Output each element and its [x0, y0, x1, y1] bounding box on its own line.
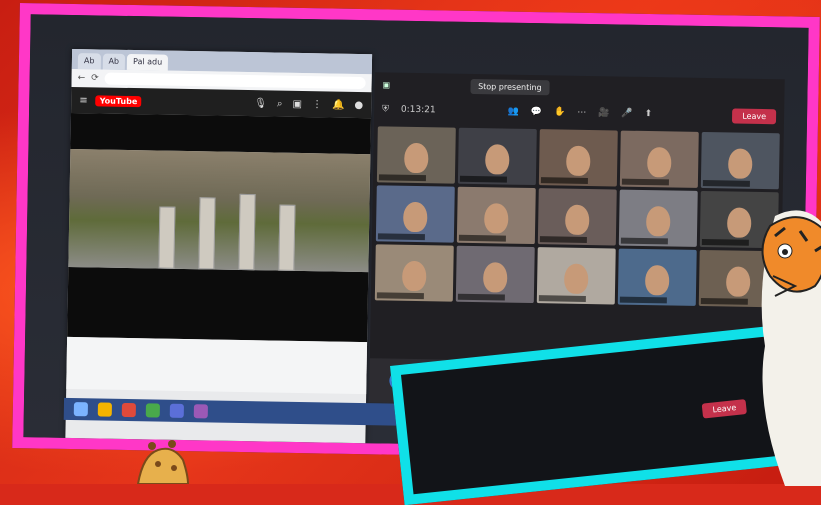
participant-grid [371, 122, 784, 311]
more-icon[interactable]: ⋯ [577, 108, 586, 118]
reaction-icon[interactable]: ✋ [554, 107, 565, 117]
share-icon[interactable]: ⬆ [645, 109, 653, 119]
browser-window: Ab Ab Pal adu ← ⟳ ≡ YouTube 🎙 ⌕ ▣ ⋮ 🔔 ● [65, 48, 373, 445]
taskbar-app-icon[interactable] [193, 404, 208, 419]
giraffe-mascot-icon [136, 440, 190, 484]
browser-tab[interactable]: Ab [102, 53, 126, 70]
browser-tab-active[interactable]: Pal adu [126, 53, 169, 71]
leave-button[interactable]: Leave [732, 108, 777, 124]
participant-tile[interactable] [537, 188, 617, 246]
participant-tile[interactable] [619, 130, 699, 188]
taskbar-app-icon[interactable] [121, 402, 136, 418]
taskbar-app-icon[interactable] [97, 402, 112, 417]
participant-tile[interactable] [456, 186, 536, 245]
chat-icon[interactable]: 💬 [531, 107, 542, 117]
url-field[interactable] [104, 72, 366, 90]
participant-tile[interactable] [376, 126, 456, 184]
participant-tile[interactable] [538, 129, 618, 187]
bell-icon[interactable]: 🔔 [332, 99, 345, 110]
youtube-logo[interactable]: YouTube [95, 94, 142, 107]
search-icon[interactable]: ⌕ [277, 98, 283, 109]
taskbar-app-icon[interactable] [73, 402, 88, 417]
tiger-mascot-icon [761, 210, 821, 486]
browser-tab[interactable]: Ab [77, 53, 101, 70]
reload-icon[interactable]: ⟳ [91, 73, 99, 83]
fence-post [238, 193, 256, 271]
menu-icon[interactable]: ≡ [79, 95, 88, 106]
fence-post [158, 206, 176, 269]
participant-tile[interactable] [700, 131, 780, 190]
fence-post [278, 204, 296, 271]
people-icon[interactable]: 👥 [508, 107, 519, 117]
participant-tile[interactable] [457, 127, 537, 186]
stop-presenting-button[interactable]: Stop presenting [469, 78, 550, 95]
shield-icon: ⛨ [382, 104, 389, 115]
apps-icon[interactable]: ⋮ [312, 99, 322, 110]
mic-icon[interactable]: 🎙 [254, 98, 267, 109]
add-video-icon[interactable]: ▣ [292, 98, 302, 109]
avatar-icon[interactable]: ● [354, 99, 363, 110]
video-letterbox-bottom [67, 266, 369, 343]
participant-tile[interactable] [617, 248, 697, 306]
back-icon[interactable]: ← [78, 73, 86, 83]
camera-icon[interactable]: 🎥 [598, 108, 609, 118]
meeting-timer: 0:13:21 [400, 104, 436, 116]
video-player[interactable] [68, 148, 371, 273]
fence-post [198, 197, 216, 270]
participant-tile[interactable] [374, 244, 454, 302]
leave-button[interactable]: Leave [701, 399, 747, 419]
mic-icon[interactable]: 🎤 [621, 109, 632, 119]
video-info-area [66, 336, 368, 395]
taskbar-app-icon[interactable] [145, 403, 160, 418]
screen-share-icon: ▣ [382, 79, 391, 90]
participant-tile[interactable] [375, 185, 455, 243]
participant-tile[interactable] [536, 247, 616, 305]
taskbar-app-icon[interactable] [169, 403, 184, 418]
video-letterbox-top [70, 112, 371, 155]
participant-tile[interactable] [455, 245, 535, 304]
youtube-toolbar: 🎙 ⌕ ▣ ⋮ 🔔 ● [254, 98, 363, 111]
participant-tile[interactable] [618, 189, 698, 247]
